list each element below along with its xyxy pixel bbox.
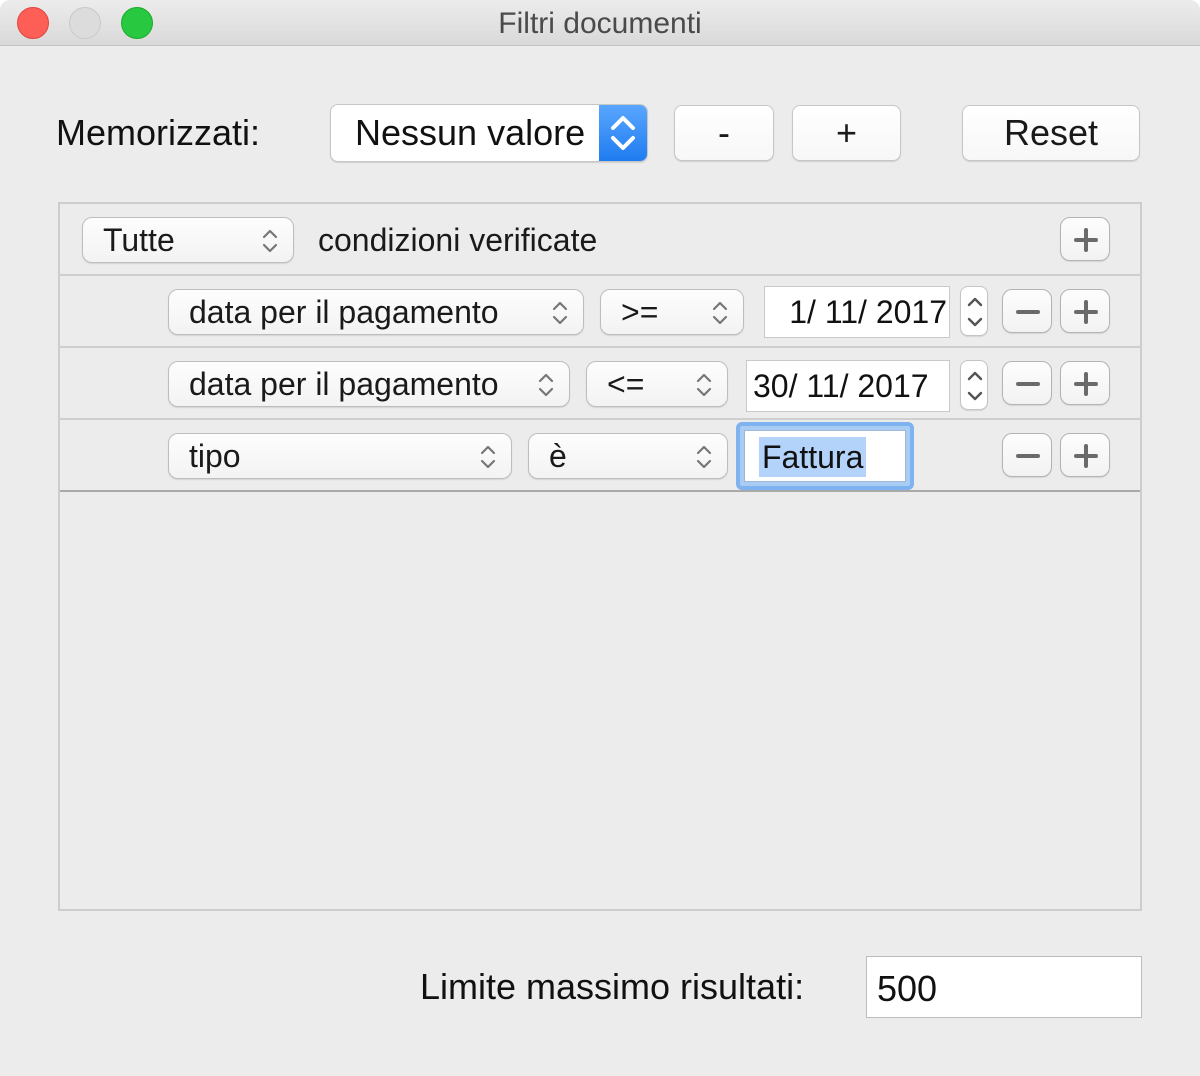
add-condition-button[interactable] [1060, 433, 1110, 477]
window-title: Filtri documenti [498, 7, 702, 40]
date-stepper[interactable] [960, 360, 988, 410]
condition-operator-popup[interactable]: >= [600, 289, 744, 335]
remove-condition-button[interactable] [1002, 433, 1052, 477]
add-condition-button[interactable] [1060, 289, 1110, 333]
condition-value-selected-text: Fattura [759, 437, 867, 477]
condition-operator-value: è [549, 438, 567, 474]
match-mode-value: Tutte [103, 222, 175, 258]
updown-arrows-icon [480, 445, 496, 469]
result-limit-field[interactable]: 500 [866, 956, 1142, 1018]
condition-row: data per il pagamento >= 1/ 11/ 2017 [60, 276, 1140, 348]
condition-operator-value: >= [621, 294, 659, 330]
updown-arrows-icon [967, 371, 983, 401]
match-mode-popup[interactable]: Tutte [82, 217, 294, 263]
saved-filters-label: Memorizzati: [56, 112, 261, 153]
minus-icon [1016, 454, 1040, 458]
condition-field-popup[interactable]: tipo [168, 433, 512, 479]
condition-field-value: tipo [189, 438, 241, 474]
remove-saved-filter-button[interactable]: - [674, 105, 774, 161]
updown-arrows-icon [967, 297, 983, 327]
condition-field-popup[interactable]: data per il pagamento [168, 289, 584, 335]
condition-field-popup[interactable]: data per il pagamento [168, 361, 570, 407]
saved-filters-value: Nessun valore [355, 112, 586, 153]
condition-row: data per il pagamento <= 30/ 11/ 2017 [60, 348, 1140, 420]
updown-arrows-icon [262, 229, 278, 253]
condition-value-focus-ring: Fattura [736, 422, 914, 490]
updown-arrows-icon [696, 445, 712, 469]
reset-button[interactable]: Reset [962, 105, 1140, 161]
updown-arrows-icon [599, 105, 647, 161]
match-mode-row: Tutte condizioni verificate [60, 204, 1140, 276]
filter-window: Filtri documenti Memorizzati: Nessun val… [0, 0, 1200, 1076]
updown-arrows-icon [712, 301, 728, 325]
updown-arrows-icon [696, 373, 712, 397]
title-bar: Filtri documenti [0, 0, 1200, 46]
remove-condition-button[interactable] [1002, 289, 1052, 333]
condition-date-field[interactable]: 1/ 11/ 2017 [764, 286, 950, 338]
plus-icon [1074, 300, 1098, 324]
add-condition-button[interactable] [1060, 361, 1110, 405]
plus-icon [1074, 228, 1098, 252]
saved-filters-popup[interactable]: Nessun valore [330, 104, 648, 162]
condition-field-value: data per il pagamento [189, 366, 499, 402]
updown-arrows-icon [538, 373, 554, 397]
plus-icon [1074, 372, 1098, 396]
add-condition-button[interactable] [1060, 217, 1110, 261]
add-saved-filter-button[interactable]: + [792, 105, 901, 161]
date-stepper[interactable] [960, 286, 988, 336]
condition-field-value: data per il pagamento [189, 294, 499, 330]
conditions-panel: Tutte condizioni verificate data per il … [58, 202, 1142, 911]
remove-condition-button[interactable] [1002, 361, 1052, 405]
minus-icon [1016, 310, 1040, 314]
condition-date-field[interactable]: 30/ 11/ 2017 [746, 360, 950, 412]
minus-icon [1016, 382, 1040, 386]
result-limit-label: Limite massimo risultati: [420, 966, 805, 1007]
match-mode-suffix: condizioni verificate [318, 222, 598, 258]
condition-value-field[interactable]: Fattura [744, 430, 906, 482]
updown-arrows-icon [552, 301, 568, 325]
condition-row: tipo è [60, 420, 1140, 492]
conditions-empty-area [60, 494, 1140, 909]
condition-operator-value: <= [607, 366, 645, 402]
condition-operator-popup[interactable]: è [528, 433, 728, 479]
plus-icon [1074, 444, 1098, 468]
condition-operator-popup[interactable]: <= [586, 361, 728, 407]
